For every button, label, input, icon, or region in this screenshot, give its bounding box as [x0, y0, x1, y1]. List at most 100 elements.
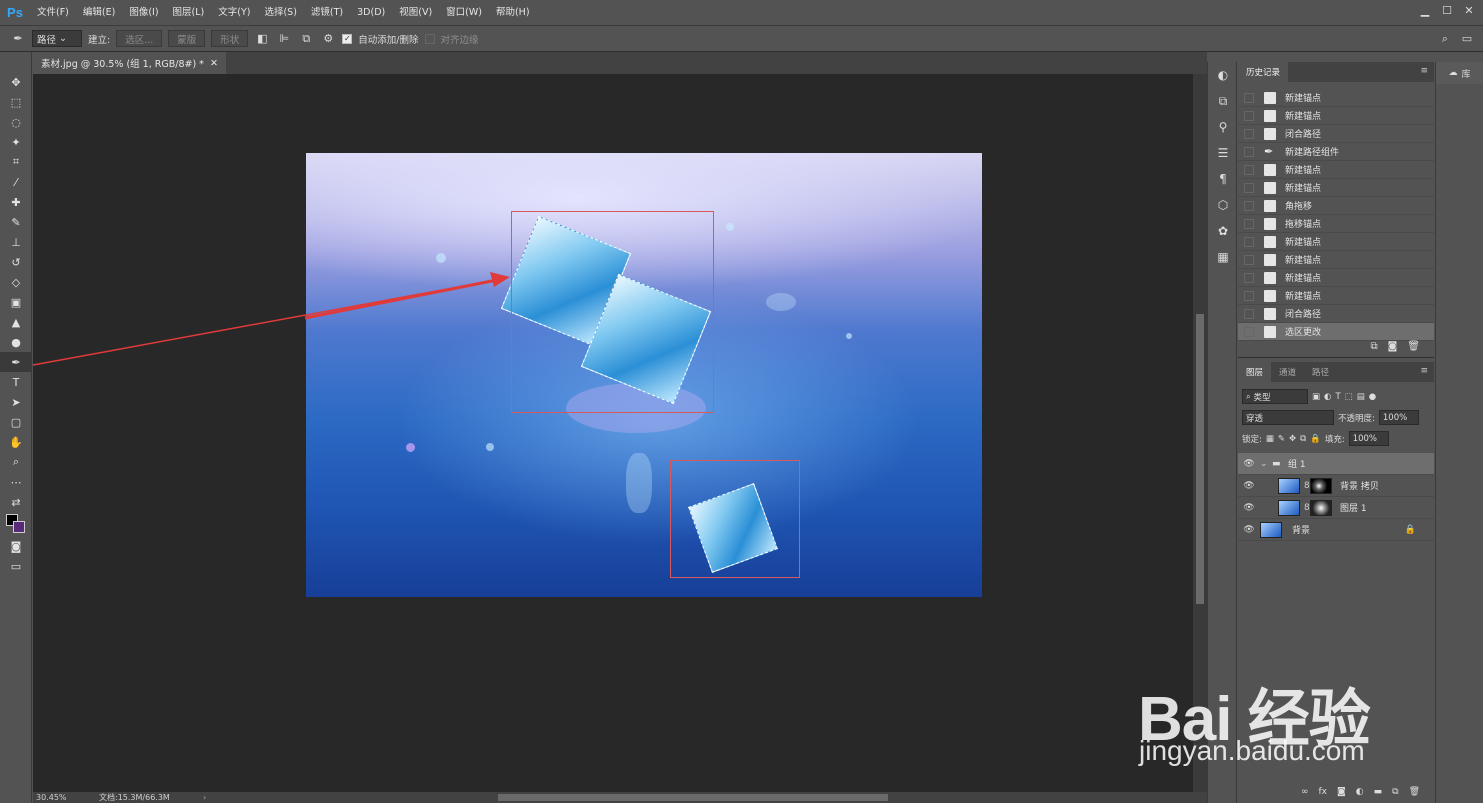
- adjustments-icon[interactable]: ◐: [1208, 62, 1238, 88]
- library-button[interactable]: ☁ 库: [1436, 62, 1483, 84]
- sliders-icon[interactable]: ☰: [1208, 140, 1238, 166]
- filter-toggle-icon[interactable]: ●: [1369, 392, 1376, 402]
- adjustment-layer-icon[interactable]: ◐: [1356, 787, 1364, 797]
- eyedropper-tool-icon[interactable]: ⁄: [0, 172, 32, 192]
- history-item[interactable]: 拖移锚点: [1238, 215, 1434, 233]
- blur-tool-icon[interactable]: ▲: [0, 312, 32, 332]
- menu-type[interactable]: 文字(Y): [211, 0, 257, 26]
- 3d-cube-icon[interactable]: ⬡: [1208, 192, 1238, 218]
- zoom-tool-icon[interactable]: ⌕: [0, 452, 32, 472]
- document-tab[interactable]: 素材.jpg @ 30.5% (组 1, RGB/8#) * ✕: [33, 52, 226, 74]
- lock-pixels-icon[interactable]: ✎: [1278, 434, 1285, 444]
- paragraph-icon[interactable]: ¶: [1208, 166, 1238, 192]
- maximize-icon[interactable]: ☐: [1437, 3, 1457, 19]
- close-tab-icon[interactable]: ✕: [210, 58, 218, 69]
- pen-tool-icon[interactable]: ✒: [0, 352, 32, 372]
- clone-stamp-tool-icon[interactable]: ⊥: [0, 232, 32, 252]
- history-item[interactable]: 新建锚点: [1238, 233, 1434, 251]
- add-mask-icon[interactable]: ◙: [1337, 787, 1346, 797]
- vertical-scroll-thumb[interactable]: [1196, 314, 1204, 604]
- blend-mode-select[interactable]: 穿透: [1242, 410, 1334, 425]
- history-item[interactable]: 新建锚点: [1238, 287, 1434, 305]
- more-tools-icon[interactable]: ⋯: [0, 472, 32, 492]
- quick-mask-icon[interactable]: ◙: [0, 536, 32, 556]
- history-item[interactable]: 新建锚点: [1238, 107, 1434, 125]
- filter-adjustment-icon[interactable]: ◐: [1324, 392, 1331, 402]
- trash-icon[interactable]: 🗑: [1407, 341, 1420, 352]
- search-icon[interactable]: ⌕: [1437, 31, 1453, 47]
- horizontal-scroll-thumb[interactable]: [498, 794, 888, 801]
- menu-view[interactable]: 视图(V): [392, 0, 439, 26]
- new-group-icon[interactable]: ▬: [1374, 787, 1383, 797]
- document-image[interactable]: [306, 153, 982, 597]
- lock-position-icon[interactable]: ✥: [1289, 434, 1296, 444]
- type-tool-icon[interactable]: T: [0, 372, 32, 392]
- path-arrangement-icon[interactable]: ⧉: [298, 31, 314, 47]
- history-item[interactable]: 闭合路径: [1238, 125, 1434, 143]
- layer-filter-select[interactable]: ⌕ 类型: [1242, 389, 1308, 404]
- camera-icon[interactable]: ◙: [1388, 341, 1398, 352]
- menu-3d[interactable]: 3D(D): [350, 0, 392, 26]
- rectangle-tool-icon[interactable]: ▢: [0, 412, 32, 432]
- zoom-level[interactable]: 30.45%: [33, 793, 93, 802]
- marquee-tool-icon[interactable]: ⬚: [0, 92, 32, 112]
- new-document-from-state-icon[interactable]: ⧉: [1370, 341, 1377, 352]
- lock-transparent-icon[interactable]: ▦: [1266, 434, 1274, 444]
- fill-field[interactable]: 100%: [1348, 431, 1389, 446]
- menu-filter[interactable]: 滤镜(T): [304, 0, 350, 26]
- workspace-icon[interactable]: ▭: [1459, 31, 1475, 47]
- palette-icon[interactable]: ✿: [1208, 218, 1238, 244]
- menu-window[interactable]: 窗口(W): [439, 0, 489, 26]
- history-item[interactable]: 新建锚点: [1238, 89, 1434, 107]
- status-expand-icon[interactable]: ›: [203, 793, 206, 802]
- panel-menu-icon[interactable]: ≡: [1420, 366, 1428, 376]
- color-swatches[interactable]: [0, 512, 32, 536]
- eye-icon[interactable]: 👁: [1238, 525, 1260, 535]
- history-item[interactable]: 新建锚点: [1238, 179, 1434, 197]
- grid-icon[interactable]: ▦: [1208, 244, 1238, 270]
- tab-paths[interactable]: 路径: [1304, 362, 1337, 382]
- align-edges-checkbox[interactable]: [424, 33, 435, 44]
- brush-settings-icon[interactable]: ⚲: [1208, 114, 1238, 140]
- layer-row-background[interactable]: 👁 背景 🔒: [1238, 519, 1434, 541]
- make-shape-button[interactable]: 形状: [211, 30, 249, 47]
- lasso-tool-icon[interactable]: ◌: [0, 112, 32, 132]
- history-item[interactable]: 角拖移: [1238, 197, 1434, 215]
- tab-history[interactable]: 历史记录: [1238, 62, 1289, 82]
- opacity-field[interactable]: 100%: [1378, 410, 1419, 425]
- close-icon[interactable]: ✕: [1459, 3, 1479, 19]
- layer-mask-thumbnail[interactable]: [1310, 477, 1332, 494]
- layer-row[interactable]: 👁 8 图层 1: [1238, 497, 1434, 519]
- panel-menu-icon[interactable]: ≡: [1420, 66, 1428, 76]
- path-operations-icon[interactable]: ◧: [254, 31, 270, 47]
- tab-channels[interactable]: 通道: [1271, 362, 1304, 382]
- history-item[interactable]: ✒ 新建路径组件: [1238, 143, 1434, 161]
- make-mask-button[interactable]: 蒙版: [168, 30, 206, 47]
- filter-smart-object-icon[interactable]: ▤: [1357, 392, 1365, 402]
- filter-shape-icon[interactable]: ⬚: [1345, 392, 1353, 402]
- brush-tool-icon[interactable]: ✎: [0, 212, 32, 232]
- healing-brush-tool-icon[interactable]: ✚: [0, 192, 32, 212]
- eraser-tool-icon[interactable]: ◇: [0, 272, 32, 292]
- swap-colors-icon[interactable]: ⇄: [0, 492, 32, 512]
- crop-tool-icon[interactable]: ⌗: [0, 152, 32, 172]
- history-item[interactable]: 闭合路径: [1238, 305, 1434, 323]
- vertical-scrollbar[interactable]: [1193, 74, 1207, 792]
- filter-type-icon[interactable]: T: [1335, 392, 1340, 402]
- tab-layers[interactable]: 图层: [1238, 362, 1272, 382]
- hand-tool-icon[interactable]: ✋: [0, 432, 32, 452]
- screen-mode-icon[interactable]: ▭: [0, 556, 32, 576]
- eye-icon[interactable]: 👁: [1238, 459, 1260, 469]
- menu-edit[interactable]: 编辑(E): [76, 0, 122, 26]
- menu-help[interactable]: 帮助(H): [489, 0, 537, 26]
- trash-icon[interactable]: 🗑: [1409, 787, 1420, 797]
- path-selection-tool-icon[interactable]: ➤: [0, 392, 32, 412]
- history-brush-tool-icon[interactable]: ↺: [0, 252, 32, 272]
- filter-pixel-icon[interactable]: ▣: [1312, 392, 1320, 402]
- layer-row[interactable]: 👁 8 背景 拷贝: [1238, 475, 1434, 497]
- link-layers-icon[interactable]: ∞: [1301, 787, 1309, 797]
- menu-layer[interactable]: 图层(L): [166, 0, 212, 26]
- auto-add-delete-checkbox[interactable]: ✓: [342, 33, 353, 44]
- menu-select[interactable]: 选择(S): [257, 0, 303, 26]
- history-item[interactable]: 新建锚点: [1238, 269, 1434, 287]
